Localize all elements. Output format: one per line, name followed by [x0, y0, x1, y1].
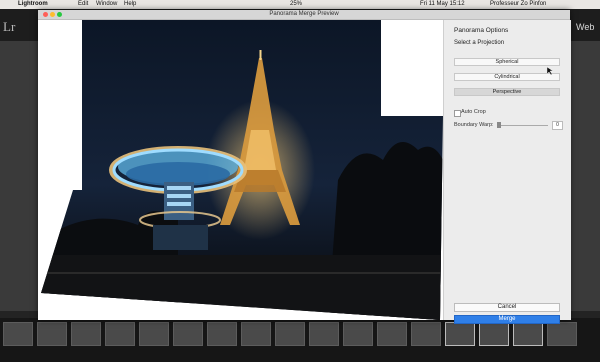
auto-crop-label: Auto Crop — [461, 109, 486, 115]
merge-button[interactable]: Merge — [454, 315, 560, 324]
boundary-warp-slider[interactable] — [498, 125, 548, 126]
filmstrip-thumbnail[interactable] — [309, 322, 339, 346]
panorama-options-panel: Panorama Options Select a Projection Sph… — [443, 20, 571, 324]
menu-item-edit[interactable]: Edit — [78, 0, 88, 9]
panorama-preview-image — [41, 20, 443, 320]
right-panel — [570, 41, 600, 311]
filmstrip-thumbnail[interactable] — [105, 322, 135, 346]
panorama-merge-dialog: Panorama Merge Preview Panorama Options … — [38, 10, 571, 324]
menu-bar: Lightroom Edit Window Help 25% Fri 11 Ma… — [0, 0, 600, 9]
filmstrip-thumbnail-selected[interactable] — [479, 322, 509, 346]
filmstrip-thumbnail-selected[interactable] — [445, 322, 475, 346]
spherical-button[interactable]: Spherical — [454, 58, 560, 66]
menu-clock[interactable]: Fri 11 May 15:12 — [420, 0, 465, 9]
filmstrip-thumbnail[interactable] — [377, 322, 407, 346]
filmstrip-thumbnail[interactable] — [547, 322, 577, 346]
dialog-titlebar: Panorama Merge Preview — [38, 10, 570, 20]
menu-app-name[interactable]: Lightroom — [18, 0, 48, 9]
boundary-warp-value[interactable]: 0 — [552, 121, 563, 130]
cursor-icon — [547, 67, 553, 75]
boundary-warp-slider-handle[interactable] — [497, 122, 501, 128]
filmstrip-thumbnail[interactable] — [411, 322, 441, 346]
filmstrip-thumbnail[interactable] — [275, 322, 305, 346]
perspective-button[interactable]: Perspective — [454, 88, 560, 96]
filmstrip-thumbnail[interactable] — [139, 322, 169, 346]
filmstrip-thumbnail[interactable] — [3, 322, 33, 346]
menu-item-window[interactable]: Window — [96, 0, 117, 9]
module-web[interactable]: Web — [576, 22, 594, 32]
menu-user[interactable]: Professeur Zo Pinfon — [490, 0, 546, 9]
filmstrip-thumbnail[interactable] — [71, 322, 101, 346]
boundary-warp-label: Boundary Warp: — [454, 122, 494, 128]
lightroom-logo: Lr — [3, 19, 16, 34]
filmstrip-thumbnail[interactable] — [207, 322, 237, 346]
filmstrip-thumbnail[interactable] — [37, 322, 67, 346]
auto-crop-checkbox[interactable] — [454, 110, 461, 117]
cancel-button[interactable]: Cancel — [454, 303, 560, 312]
filmstrip-thumbnail[interactable] — [173, 322, 203, 346]
projection-label: Select a Projection — [454, 40, 505, 46]
options-heading: Panorama Options — [454, 27, 509, 34]
filmstrip-thumbnail[interactable] — [343, 322, 373, 346]
battery-status[interactable]: 25% — [290, 0, 302, 9]
left-panel — [0, 41, 40, 311]
dialog-title: Panorama Merge Preview — [269, 11, 339, 17]
menu-item-help[interactable]: Help — [124, 0, 136, 9]
panorama-preview — [38, 20, 443, 320]
filmstrip-thumbnail-selected[interactable] — [513, 322, 543, 346]
filmstrip-thumbnail[interactable] — [241, 322, 271, 346]
cylindrical-button[interactable]: Cylindrical — [454, 73, 560, 81]
